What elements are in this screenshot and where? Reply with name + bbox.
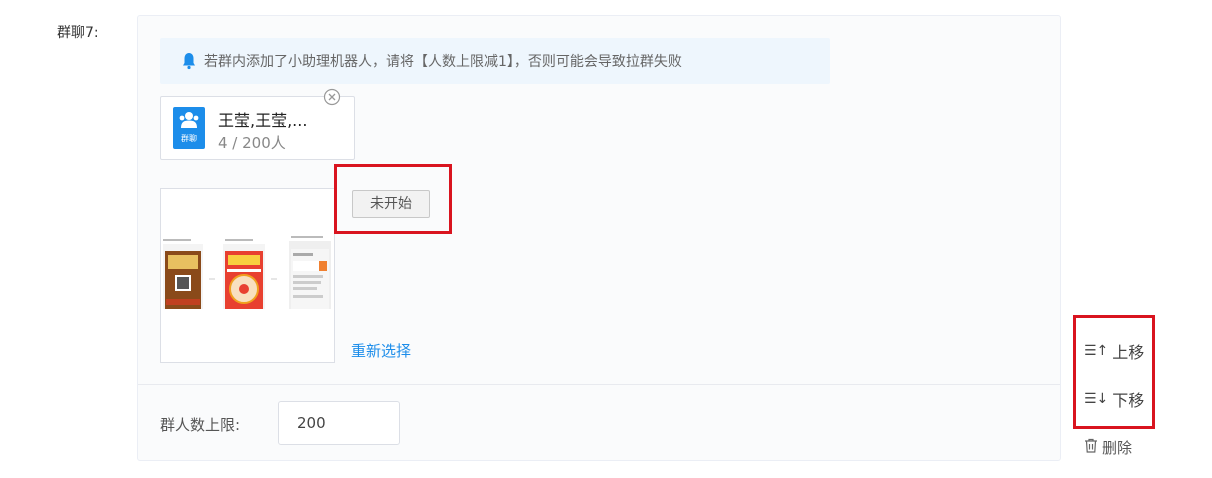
delete-label: 删除 — [1102, 439, 1133, 457]
status-highlight-box — [334, 164, 452, 234]
notice-text: 若群内添加了小助理机器人，请将【人数上限减1】，否则可能会导致拉群失败 — [204, 54, 682, 70]
group-card: 若群内添加了小助理机器人，请将【人数上限减1】，否则可能会导致拉群失败 群聊 王… — [137, 15, 1061, 461]
close-icon[interactable] — [323, 88, 341, 106]
group-users-icon: 群聊 — [173, 107, 205, 149]
member-limit-label: 群人数上限: — [160, 416, 241, 434]
delete-button[interactable]: 删除 — [1084, 437, 1132, 458]
divider — [138, 384, 1060, 385]
group-label: 群聊7: — [57, 25, 99, 41]
member-limit-input[interactable]: 200 — [278, 401, 400, 445]
bell-icon — [182, 52, 196, 70]
reselect-link[interactable]: 重新选择 — [351, 340, 411, 361]
qrcode-poster-image — [160, 188, 335, 363]
move-actions-highlight-box — [1073, 315, 1155, 429]
chip-member-count: 4 / 200人 — [218, 134, 286, 152]
chip-tag: 群聊 — [181, 134, 197, 143]
trash-icon — [1084, 438, 1098, 457]
chip-name: 王莹,王莹,... — [218, 111, 308, 130]
notice-banner: 若群内添加了小助理机器人，请将【人数上限减1】，否则可能会导致拉群失败 — [160, 38, 830, 84]
